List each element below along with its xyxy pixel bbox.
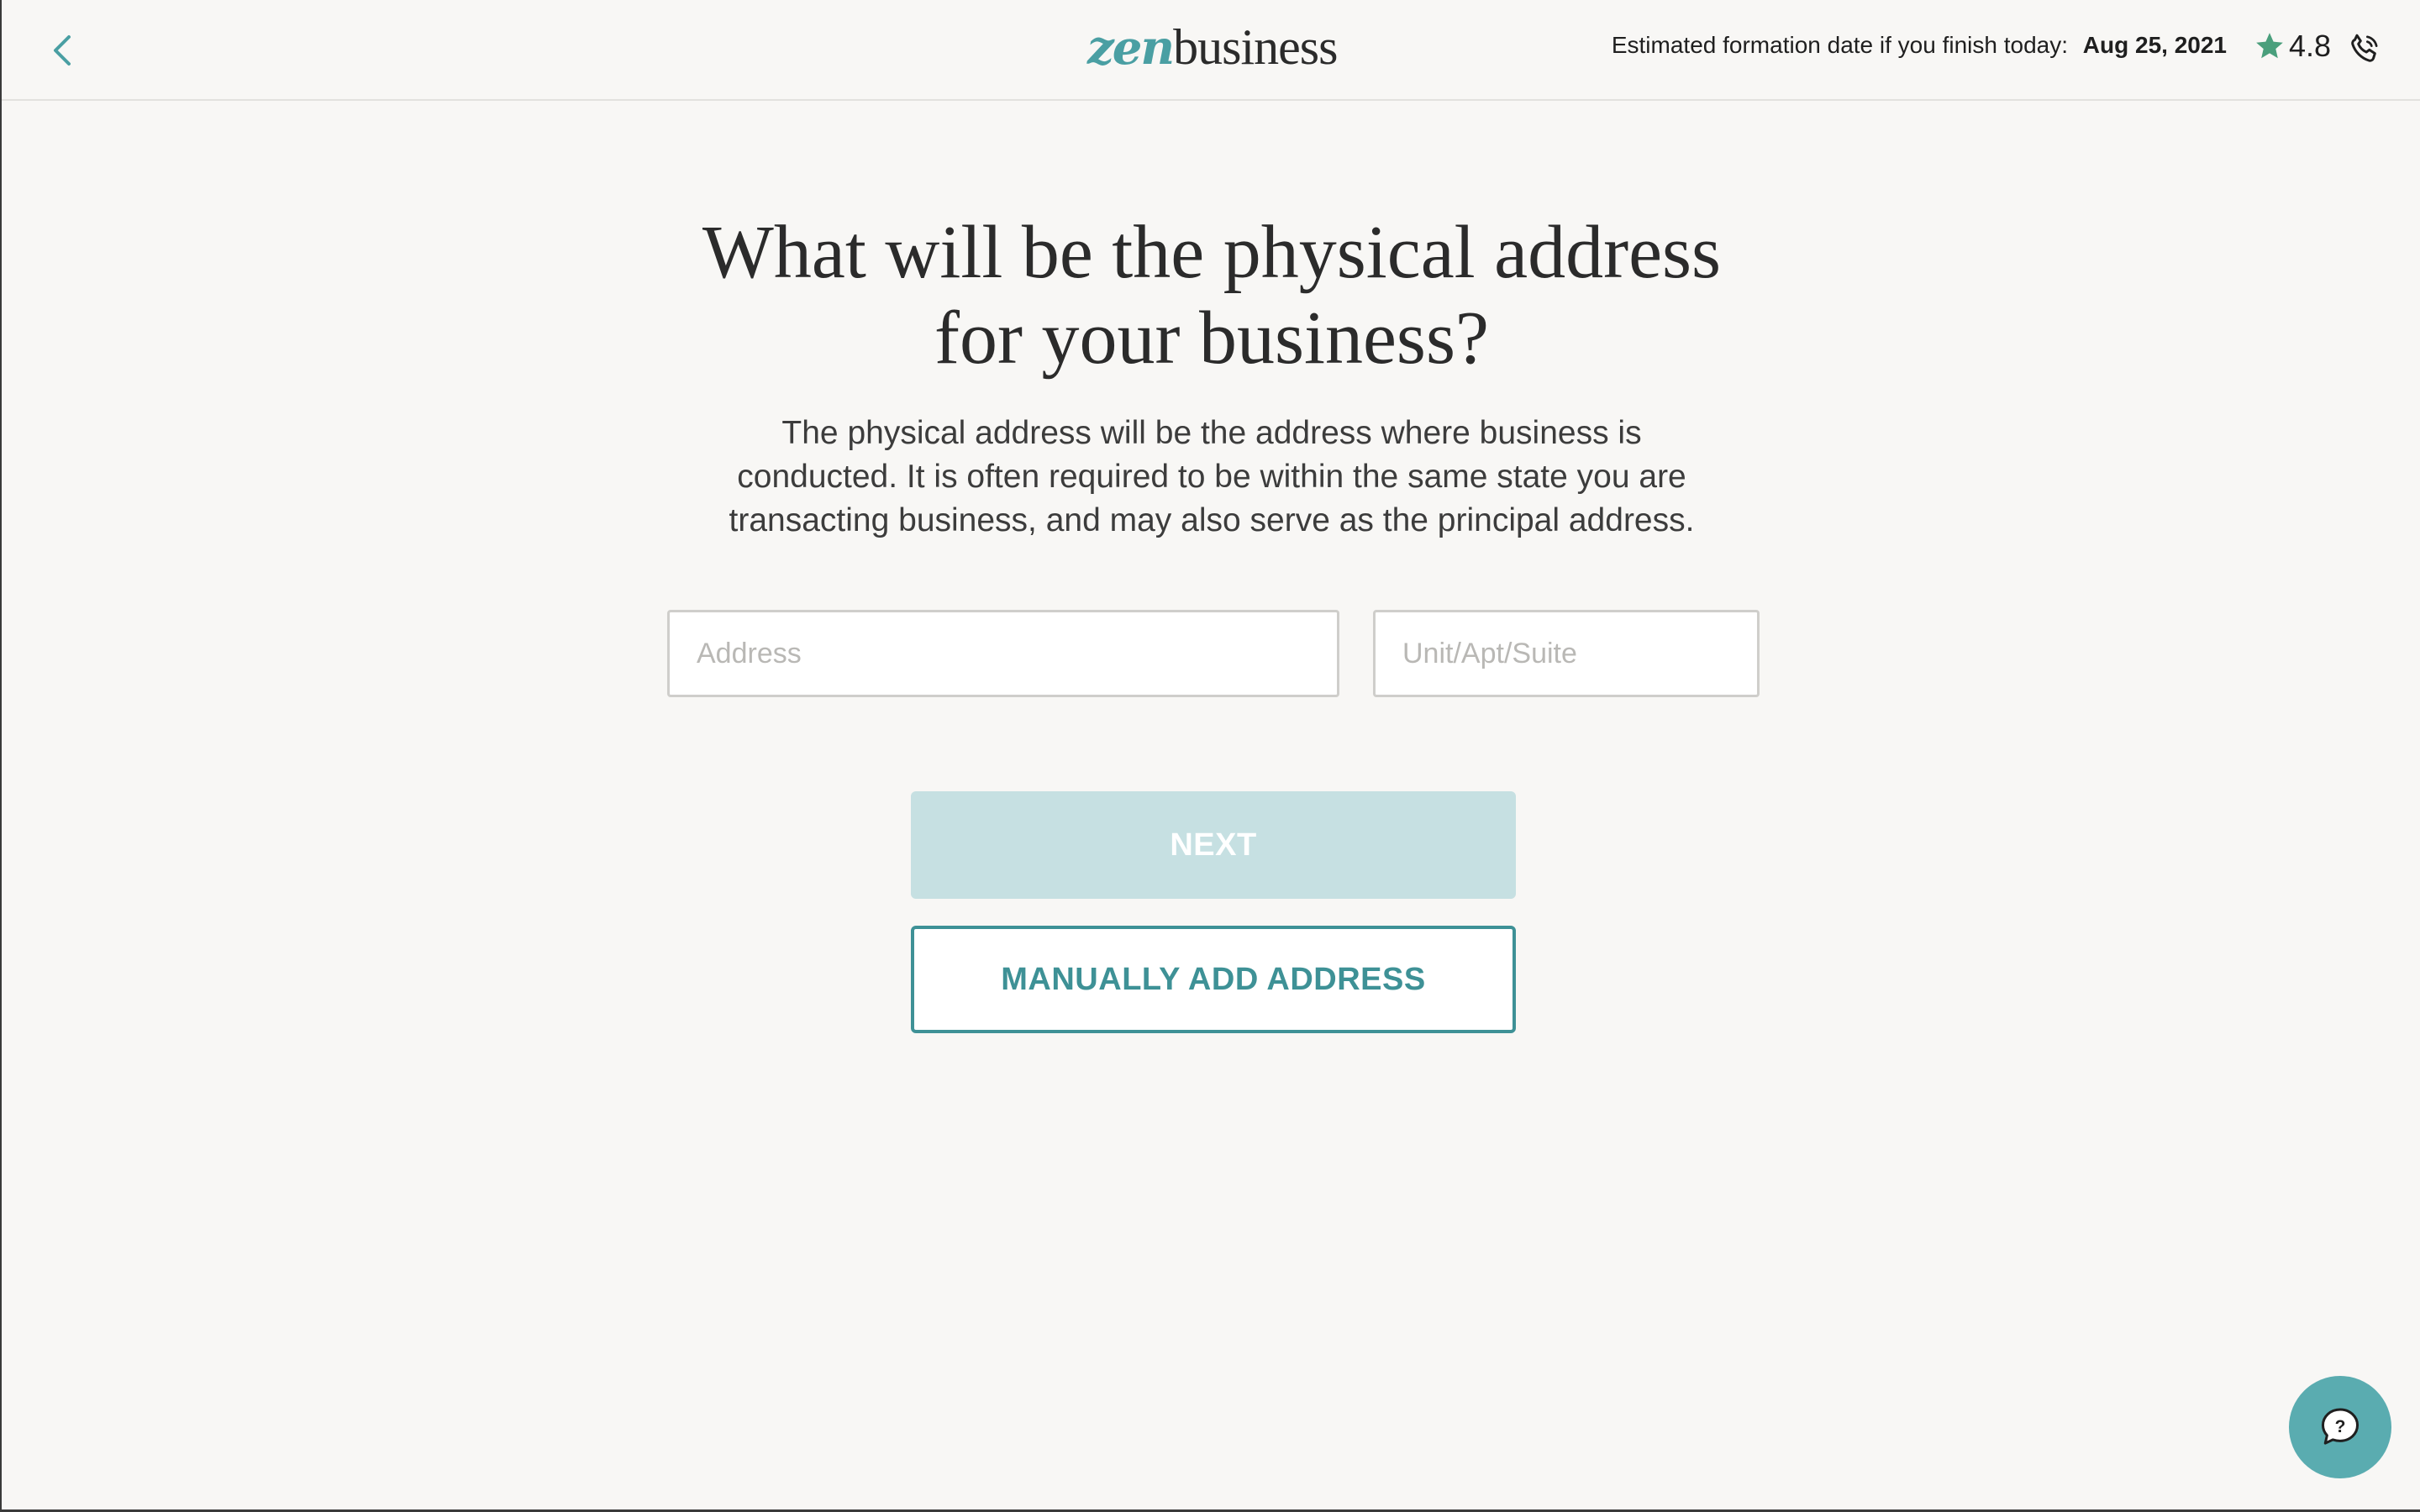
rating[interactable]: 4.8 [2254, 29, 2331, 64]
help-chat-button[interactable]: ? [2289, 1376, 2391, 1478]
next-button[interactable]: NEXT [911, 791, 1516, 899]
app-window: zen business Estimated formation date if… [0, 0, 2420, 1512]
back-button[interactable] [40, 29, 84, 72]
page-title-line2: for your business? [934, 297, 1489, 380]
star-icon [2256, 33, 2283, 59]
rating-value: 4.8 [2289, 29, 2332, 63]
help-chat-icon: ? [2321, 1408, 2360, 1445]
formation-date: Aug 25, 2021 [2082, 32, 2227, 58]
page-title: What will be the physical address for yo… [539, 210, 1884, 381]
manually-add-address-button[interactable]: MANUALLY ADD ADDRESS [911, 926, 1516, 1033]
page-description: The physical address will be the address… [729, 415, 1695, 538]
phone-icon [2351, 34, 2378, 62]
formation-estimate: Estimated formation date if you finish t… [1612, 32, 2227, 59]
logo-business: business [1173, 19, 1338, 75]
page-title-line1: What will be the physical address [702, 211, 1722, 294]
formation-label: Estimated formation date if you finish t… [1611, 32, 2069, 58]
help-glyph: ? [2335, 1417, 2346, 1436]
unit-apt-suite-input[interactable] [1373, 610, 1760, 697]
top-bar: zen business Estimated formation date if… [2, 0, 2420, 101]
zenbusiness-logo[interactable]: zen business [1087, 18, 1339, 77]
address-input[interactable] [667, 610, 1339, 697]
phone-button[interactable] [2348, 32, 2381, 66]
logo-zen: zen [1087, 20, 1175, 76]
chevron-left-icon [54, 35, 71, 66]
